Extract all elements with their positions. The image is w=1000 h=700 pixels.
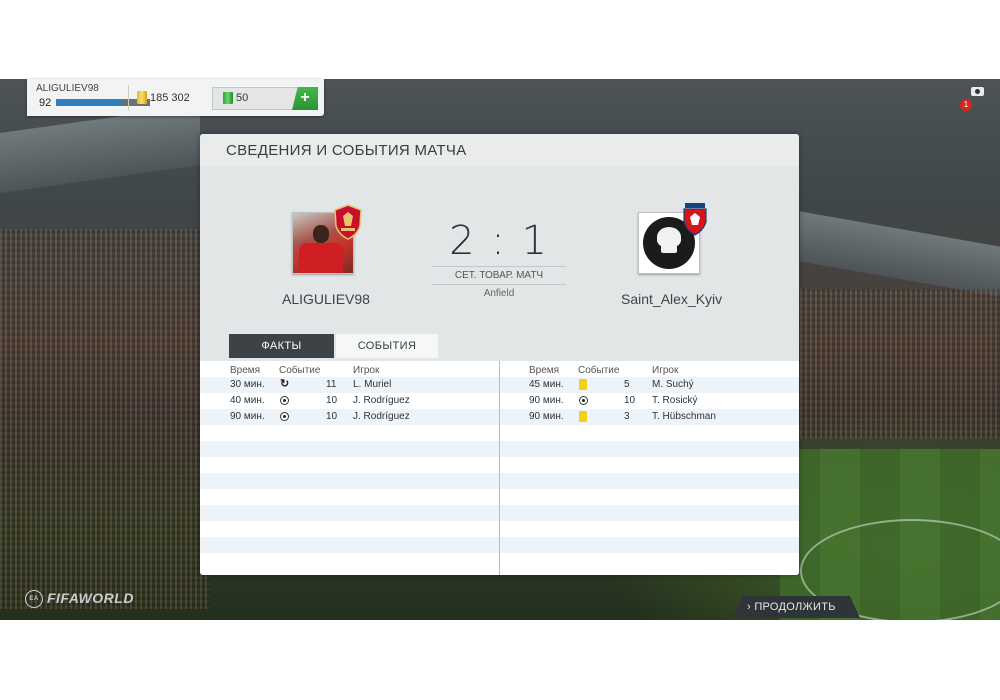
avatar-skull <box>657 227 681 247</box>
player-name: L. Muriel <box>353 379 392 390</box>
home-events-table: Время Событие Игрок 30 мин. ↻ 11 L. Muriel 4… <box>200 361 499 575</box>
event-time: 30 мин. <box>230 379 265 390</box>
panel-title: СВЕДЕНИЯ И СОБЫТИЯ МАТЧА <box>226 142 467 159</box>
table-row: 90 мин. 3 T. Hübschman <box>500 409 799 425</box>
match-type: СЕТ. ТОВАР. МАТЧ <box>432 266 566 285</box>
event-time: 90 мин. <box>529 411 564 422</box>
away-events-table: Время Событие Игрок 45 мин. 5 M. Suchý 90 м… <box>500 361 799 575</box>
away-club-crest-icon <box>683 203 707 236</box>
panel-header: СВЕДЕНИЯ И СОБЫТИЯ МАТЧА <box>200 134 799 166</box>
match-details-panel: СВЕДЕНИЯ И СОБЫТИЯ МАТЧА ALIGULIEV98 2 :… <box>200 134 799 575</box>
table-stripe <box>500 441 799 457</box>
home-club-crest-icon <box>334 204 362 240</box>
coins-balance: 185 302 <box>150 92 190 104</box>
fifa-world-logo: EA FIFAWORLD <box>25 590 134 609</box>
player-name: T. Hübschman <box>652 411 716 422</box>
table-stripe <box>500 537 799 553</box>
tab-facts[interactable]: ФАКТЫ <box>229 334 334 358</box>
away-team-name: Saint_Alex_Kyiv <box>621 291 723 307</box>
table-stripe <box>200 489 499 505</box>
table-row: 90 мин. 10 T. Rosický <box>500 393 799 409</box>
add-points-button[interactable]: + <box>292 87 318 110</box>
time-column-header: Время <box>230 365 261 376</box>
table-row: 90 мин. 10 J. Rodríguez <box>200 409 499 425</box>
top-status-bar: ALIGULIEV98 92 185 302 50 + <box>27 79 324 116</box>
yellow-card-icon <box>579 379 587 390</box>
home-team-name: ALIGULIEV98 <box>282 291 370 307</box>
table-stripe <box>200 521 499 537</box>
event-time: 45 мин. <box>529 379 564 390</box>
goal-ball-icon <box>579 396 588 405</box>
player-column-header: Игрок <box>353 365 380 376</box>
substitution-icon: ↻ <box>280 378 290 390</box>
table-stripe <box>500 505 799 521</box>
ea-logo-icon: EA <box>25 590 43 609</box>
goal-ball-icon <box>280 396 289 405</box>
continue-button[interactable]: › ПРОДОЛЖИТЬ <box>733 596 860 618</box>
player-number: 10 <box>326 411 338 422</box>
event-column-header: Событие <box>279 365 321 376</box>
player-name: J. Rodríguez <box>353 411 410 422</box>
table-divider <box>499 361 500 575</box>
avatar-shirt <box>299 243 343 273</box>
yellow-card-icon <box>579 411 587 422</box>
points-balance: 50 <box>236 92 249 104</box>
level-number: 92 <box>39 97 52 109</box>
table-stripe <box>500 425 799 441</box>
player-number: 10 <box>326 395 338 406</box>
player-number: 11 <box>326 379 337 390</box>
table-stripe <box>500 489 799 505</box>
logo-text: FIFAWORLD <box>47 590 134 606</box>
player-number: 10 <box>624 395 636 406</box>
avatar-face <box>313 225 329 243</box>
camera-icon[interactable] <box>971 87 984 96</box>
coins-icon <box>137 91 147 104</box>
tab-events[interactable]: СОБЫТИЯ <box>336 334 438 358</box>
table-row: 30 мин. ↻ 11 L. Muriel <box>200 377 499 393</box>
username: ALIGULIEV98 <box>36 83 99 94</box>
goal-ball-icon <box>280 412 289 421</box>
player-number: 5 <box>624 379 630 390</box>
event-time: 40 мин. <box>230 395 265 406</box>
player-name: J. Rodríguez <box>353 395 410 406</box>
table-stripe <box>200 537 499 553</box>
table-stripe <box>200 505 499 521</box>
stadium-roof-left <box>0 104 200 194</box>
player-name: T. Rosický <box>652 395 698 406</box>
table-stripe <box>500 521 799 537</box>
event-time: 90 мин. <box>230 411 265 422</box>
match-score: 2 : 1 <box>449 218 549 264</box>
notification-badge[interactable]: 1 <box>960 99 972 111</box>
table-row: 45 мин. 5 M. Suchý <box>500 377 799 393</box>
player-column-header: Игрок <box>652 365 679 376</box>
player-number: 3 <box>624 411 630 422</box>
table-stripe <box>200 425 499 441</box>
event-column-header: Событие <box>578 365 620 376</box>
table-stripe <box>200 553 499 569</box>
time-column-header: Время <box>529 365 560 376</box>
table-row: 40 мин. 10 J. Rodríguez <box>200 393 499 409</box>
crowd-left <box>0 229 210 609</box>
match-venue: Anfield <box>483 288 515 299</box>
table-stripe <box>500 473 799 489</box>
crowd-right <box>795 289 1000 439</box>
stadium-roof-right <box>800 211 1000 297</box>
divider <box>128 85 129 111</box>
points-icon <box>223 92 233 104</box>
table-stripe <box>200 441 499 457</box>
table-stripe <box>500 553 799 569</box>
level-progress-fill <box>56 99 122 106</box>
event-time: 90 мин. <box>529 395 564 406</box>
avatar-skull-jaw <box>661 245 677 253</box>
level-progress-bar <box>56 99 150 106</box>
points-box: 50 + <box>212 87 318 110</box>
player-name: M. Suchý <box>652 379 694 390</box>
table-stripe <box>200 473 499 489</box>
table-stripe <box>500 457 799 473</box>
table-stripe <box>200 457 499 473</box>
